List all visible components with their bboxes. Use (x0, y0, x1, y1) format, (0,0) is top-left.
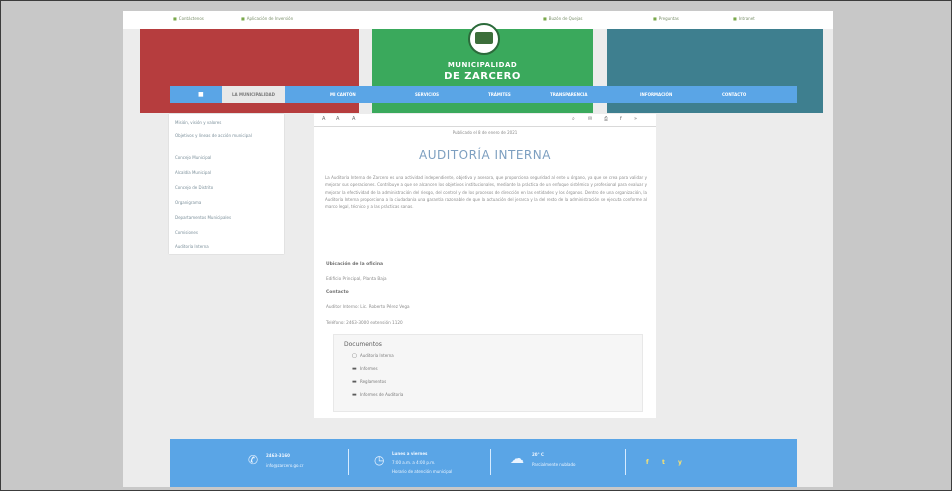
document-label: Informes (360, 366, 378, 371)
email-icon[interactable]: ✉ (588, 116, 592, 122)
document-folder[interactable]: ▬ Informes (352, 366, 378, 372)
phone-value: Teléfono: 2463-3000 extensión 1120 (326, 320, 403, 325)
sidebar-item-concejo[interactable]: Concejo Municipal (175, 155, 211, 160)
more-icon[interactable]: » (634, 116, 637, 122)
folder-icon: ▬ (352, 392, 357, 398)
nav-item-servicios[interactable]: SERVICIOS (415, 86, 439, 103)
document-label: Reglamentos (360, 379, 387, 384)
publish-date: Publicado el 8 de enero de 2021 (452, 130, 518, 135)
document-folder[interactable]: ▬ Reglamentos (352, 379, 387, 385)
top-link-5[interactable]: Intranet (733, 16, 755, 21)
municipality-logo[interactable] (468, 23, 500, 55)
sidebar-item-mision[interactable]: Misión, visión y valores (175, 120, 221, 125)
nav-item-tramites[interactable]: TRÁMITES (488, 86, 511, 103)
document-label: Auditoría Interna (360, 353, 394, 358)
site-title-line1: MUNICIPALIDAD (447, 61, 518, 69)
article-panel: A A A ⌕ ✉ ⎙ f » Publicado el 8 de enero … (314, 114, 656, 418)
sidebar-menu: Misión, visión y valores Objetivos y lín… (169, 114, 284, 254)
site-title: MUNICIPALIDAD DE ZARCERO (372, 61, 593, 82)
nav-item-canton[interactable]: MI CANTÓN (330, 86, 356, 103)
nav-item-contacto[interactable]: CONTACTO (722, 86, 746, 103)
font-larger-button[interactable]: A (352, 116, 355, 122)
page-title: AUDITORÍA INTERNA (419, 148, 551, 162)
print-icon[interactable]: ⎙ (604, 116, 608, 122)
weather-cloud-icon: ☁ (510, 451, 524, 467)
contact-label: Contacto (326, 290, 349, 295)
screenshot-frame: Contáctenos Aplicación de Inversión Buzó… (0, 0, 952, 491)
logo-emblem-icon (475, 32, 493, 44)
nav-item-municipalidad[interactable]: LA MUNICIPALIDAD (222, 86, 285, 103)
phone-icon: ✆ (248, 453, 259, 467)
footer-divider (625, 449, 626, 475)
file-icon: ▢ (352, 353, 357, 359)
search-icon[interactable]: ⌕ (572, 116, 575, 122)
documents-title: Documentos (344, 341, 382, 348)
document-folder[interactable]: ▬ Informes de Auditoría (352, 392, 404, 398)
font-smaller-button[interactable]: A (322, 116, 325, 122)
footer-email[interactable]: info@zarcero.go.cr (266, 463, 304, 468)
facebook-icon[interactable]: f (646, 459, 649, 466)
nav-item-informacion[interactable]: INFORMACIÓN (640, 86, 672, 103)
top-link-4[interactable]: Preguntas (653, 16, 679, 21)
folder-icon: ▬ (352, 379, 357, 385)
footer-hours: 7:00 a.m. a 4:00 p.m. (392, 460, 436, 465)
site-footer: ✆ 2463-3160 info@zarcero.go.cr ◷ Lunes a… (170, 439, 797, 487)
sidebar-item-alcaldia[interactable]: Alcaldía Municipal (175, 170, 211, 175)
sidebar-item-objetivos[interactable]: Objetivos y líneas de acción municipal (175, 133, 275, 139)
top-link-1[interactable]: Contáctenos (173, 16, 204, 21)
contact-value: Auditor Interno: Lic. Roberto Pérez Vega (326, 304, 410, 309)
site-title-line2: DE ZARCERO (444, 71, 521, 82)
document-item[interactable]: ▢ Auditoría Interna (352, 353, 394, 359)
footer-divider (348, 449, 349, 475)
sidebar-item-organigrama[interactable]: Organigrama (175, 200, 201, 205)
footer-hours-note: Horario de atención municipal (392, 469, 453, 474)
location-label: Ubicación de la oficina (326, 262, 384, 267)
footer-hours-title: Lunes a viernes (392, 451, 428, 456)
youtube-icon[interactable]: y (678, 459, 682, 466)
sidebar-item-departamentos[interactable]: Departamentos Municipales (175, 215, 231, 220)
sidebar-item-comisiones[interactable]: Comisiones (175, 230, 198, 235)
top-link-2[interactable]: Aplicación de Inversión (241, 16, 293, 21)
location-value: Edificio Principal, Planta Baja (326, 276, 387, 281)
folder-icon: ▬ (352, 366, 357, 372)
web-page: Contáctenos Aplicación de Inversión Buzó… (123, 11, 833, 487)
font-reset-button[interactable]: A (336, 116, 339, 122)
nav-item-transparencia[interactable]: TRANSPARENCIA (550, 86, 587, 103)
documents-box: Documentos ▢ Auditoría Interna ▬ Informe… (333, 334, 643, 412)
footer-phone[interactable]: 2463-3160 (266, 453, 290, 458)
document-label: Informes de Auditoría (360, 392, 404, 397)
sidebar-item-auditoria[interactable]: Auditoría Interna (175, 244, 209, 249)
home-icon[interactable]: ■ (198, 86, 204, 103)
sidebar-item-distrito[interactable]: Concejo de Distrito (175, 185, 213, 190)
article-paragraph: La Auditoría Interna de Zarcero es una a… (325, 175, 647, 210)
clock-icon: ◷ (374, 453, 385, 467)
weather-temp: 20° C (532, 452, 544, 457)
weather-desc: Parcialmente nublado (532, 462, 576, 467)
article-toolbar: A A A ⌕ ✉ ⎙ f » (314, 114, 656, 127)
twitter-icon[interactable]: t (662, 459, 665, 466)
share-icon[interactable]: f (620, 116, 622, 122)
top-link-3[interactable]: Buzón de Quejas (543, 16, 583, 21)
footer-divider (490, 449, 491, 475)
main-nav: ■ LA MUNICIPALIDAD MI CANTÓN SERVICIOS T… (170, 86, 797, 103)
